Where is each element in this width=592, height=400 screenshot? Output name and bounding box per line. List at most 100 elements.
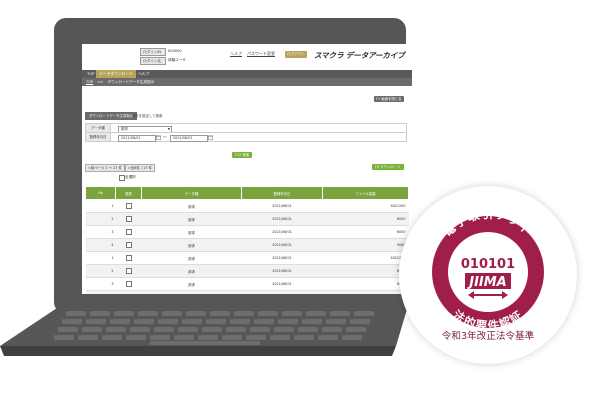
- help-link[interactable]: ヘルプ: [230, 51, 242, 57]
- keyboard-key: [54, 335, 74, 340]
- calendar-icon[interactable]: [156, 135, 161, 140]
- keyboard-key: [326, 319, 346, 324]
- tab-search-conditions[interactable]: 条件を設定して検索: [128, 112, 166, 120]
- tab-data-download[interactable]: データダウンロード: [96, 70, 137, 78]
- keyboard-key: [182, 319, 202, 324]
- cell-no: 2: [85, 264, 116, 278]
- cell-select: [115, 238, 142, 252]
- table-row: 2 請求2021/08/016000: [85, 212, 409, 226]
- screen: ログインID 000000 ログイン名 体験ユーザ ヘルプ パスワード変更 ログ…: [82, 44, 412, 294]
- row-checkbox[interactable]: [125, 215, 132, 222]
- archive-app: ログインID 000000 ログイン名 体験ユーザ ヘルプ パスワード変更 ログ…: [82, 44, 412, 294]
- tab-help[interactable]: ヘルプ: [135, 70, 152, 78]
- cell-date: 2021/08/01: [241, 277, 323, 291]
- login-name-value: 体験ユーザ: [168, 58, 186, 62]
- keyboard-key: [226, 327, 246, 332]
- keyboard-key: [58, 327, 78, 332]
- login-name-label: ログイン名: [140, 57, 166, 65]
- keyboard-key: [82, 327, 102, 332]
- cell-select: [115, 225, 142, 239]
- row-checkbox[interactable]: [125, 280, 132, 287]
- keyboard-key: [202, 327, 222, 332]
- keyboard-key: [130, 327, 150, 332]
- cell-data-type: 請求: [141, 212, 242, 226]
- keyboard-key: [174, 335, 194, 340]
- table-row: 1 請求 2021/08/01 1821200: [85, 199, 409, 213]
- cell-data-type: 請求: [141, 225, 242, 239]
- cell-date: 2021/08/01: [241, 251, 323, 265]
- cell-file-size: 6000: [322, 225, 409, 239]
- spacebar-key: [150, 341, 260, 345]
- data-type-label: データ種: [86, 124, 111, 132]
- row-checkbox[interactable]: [125, 241, 132, 248]
- keyboard-key: [294, 335, 314, 340]
- table-row: 3 請求2021/08/016000: [85, 225, 409, 239]
- app-header: ログインID 000000 ログイン名 体験ユーザ ヘルプ パスワード変更 ログ…: [82, 44, 412, 68]
- keyboard-key: [66, 311, 86, 316]
- row-checkbox[interactable]: [125, 202, 132, 209]
- download-button[interactable]: F3 ダウンロード: [372, 164, 404, 170]
- seal-caption: 令和3年改正法令基準: [441, 331, 535, 342]
- keyboard-key: [162, 311, 182, 316]
- keyboard-key: [206, 319, 226, 324]
- cell-data-type: 請求: [141, 238, 242, 252]
- row-checkbox[interactable]: [125, 228, 132, 235]
- keyboard-key: [318, 335, 338, 340]
- cell-no: 3: [85, 277, 116, 291]
- keyboard-key: [278, 319, 298, 324]
- cell-data-type: 請求: [141, 264, 242, 278]
- keyboard-key: [114, 311, 134, 316]
- keyboard-key: [346, 327, 366, 332]
- keyboard-key: [138, 311, 158, 316]
- pager-next[interactable]: >全8件 / 17 件: [125, 164, 155, 172]
- keyboard-key: [250, 327, 270, 332]
- keyboard-key: [210, 311, 230, 316]
- keyboard-key: [350, 319, 370, 324]
- cell-date: 2021/08/01: [241, 225, 323, 239]
- keyboard-key: [106, 327, 126, 332]
- cell-no: 3: [85, 225, 116, 239]
- keyboard-key: [78, 335, 98, 340]
- cell-data-type: 請求: [141, 199, 242, 213]
- cell-date: 2021/08/01: [241, 238, 323, 252]
- cell-file-size: 6000: [322, 264, 409, 278]
- date-to-input[interactable]: 2021/08/01: [170, 134, 208, 142]
- date-from-input[interactable]: 2021/08/01: [118, 134, 156, 142]
- pager-prev[interactable]: <前ページ 1 〜 17 件: [85, 164, 125, 172]
- cell-data-type: 請求: [141, 277, 242, 291]
- cell-file-size: 1821200: [322, 251, 409, 265]
- data-type-value: 請求: [121, 126, 128, 131]
- search-button[interactable]: F12 検索: [232, 152, 253, 158]
- keyboard-key: [186, 311, 206, 316]
- main-nav: TOP データダウンロード ヘルプ: [82, 70, 412, 78]
- login-id-label: ログインID: [140, 48, 166, 56]
- keyboard-key: [230, 319, 250, 324]
- breadcrumb-separator: >>: [97, 80, 104, 84]
- date-range-separator: 〜: [163, 135, 167, 139]
- breadcrumb-current: ダウンロードデータ生成指示: [107, 80, 155, 84]
- keyboard-key: [234, 311, 254, 316]
- keyboard-key: [306, 311, 326, 316]
- row-checkbox[interactable]: [125, 267, 132, 274]
- keyboard-key: [102, 335, 122, 340]
- cell-no: 1: [85, 251, 116, 265]
- breadcrumb-home[interactable]: TOP: [86, 80, 93, 84]
- password-change-link[interactable]: パスワード変更: [247, 51, 275, 57]
- keyboard-key: [254, 319, 274, 324]
- login-id-value: 000000: [168, 49, 182, 53]
- keyboard-key: [322, 327, 342, 332]
- seal-inner-disc: [448, 232, 528, 312]
- keyboard-key: [198, 335, 218, 340]
- table-header-row: No 選択 データ種 登録年月日 ファイル容量: [85, 186, 409, 200]
- seal-brand: JIIMA: [466, 275, 507, 290]
- cell-select: [115, 277, 142, 291]
- cell-file-size: 6000: [322, 277, 409, 291]
- calendar-icon[interactable]: [208, 135, 213, 140]
- row-checkbox[interactable]: [125, 293, 132, 294]
- cell-select: [115, 199, 142, 213]
- keyboard-key: [354, 311, 374, 316]
- row-checkbox[interactable]: [125, 254, 132, 261]
- logout-button[interactable]: ログアウト: [285, 51, 307, 58]
- cell-file-size: 5000: [322, 238, 409, 252]
- close-screen-button[interactable]: F1 画面を閉じる: [374, 96, 404, 102]
